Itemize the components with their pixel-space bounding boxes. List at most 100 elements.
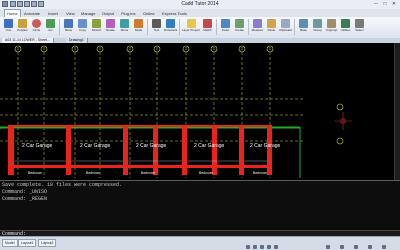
lock-icon[interactable] xyxy=(354,245,358,249)
polyline-button[interactable]: Polyline xyxy=(16,19,29,32)
measure-icon xyxy=(253,19,262,28)
paste-icon xyxy=(267,19,276,28)
stretch-button[interactable]: Stretch xyxy=(90,19,103,32)
text-icon xyxy=(152,19,161,28)
ribbon-panel: Line Polyline Circle Arc Move Copy Stret… xyxy=(0,17,400,39)
tab-insert[interactable]: Insert xyxy=(46,10,60,17)
polyline-icon xyxy=(18,19,27,28)
tab-view[interactable]: View xyxy=(64,10,77,17)
tab-home[interactable]: Home xyxy=(4,9,21,17)
garage-label: 2 Car Garage xyxy=(80,143,111,149)
rotate-icon xyxy=(106,19,115,28)
tab-annotate[interactable]: Annotate xyxy=(22,10,42,17)
stretch-icon xyxy=(92,19,101,28)
ribbon-separator xyxy=(59,19,60,35)
bedroom-label: Bedroom xyxy=(253,171,267,175)
drawing-canvas[interactable]: 2 Car Garage 2 Car Garage 2 Car Garage 2… xyxy=(0,43,400,180)
tab-express-tools[interactable]: Express Tools xyxy=(160,10,189,17)
group-icon xyxy=(313,19,322,28)
mirror-icon xyxy=(120,19,129,28)
utilities-icon xyxy=(341,19,350,28)
command-history-line: Save complete. 18 files were compressed. xyxy=(2,182,123,188)
text-button[interactable]: Text xyxy=(150,19,163,32)
vertical-scrollbar[interactable] xyxy=(394,43,400,180)
tab-plugins[interactable]: Plug-ins xyxy=(119,10,137,17)
select-icon xyxy=(355,19,364,28)
dimension-button[interactable]: Dimension xyxy=(164,19,177,32)
select-button[interactable]: Select xyxy=(353,19,366,32)
layer-properties-button[interactable]: Layer Properties xyxy=(182,19,200,32)
garage-label: 2 Car Garage xyxy=(250,143,281,149)
paste-button[interactable]: Paste xyxy=(265,19,278,32)
move-button[interactable]: Move xyxy=(62,19,75,32)
tab-output[interactable]: Output xyxy=(100,10,116,17)
ribbon-separator xyxy=(179,19,180,35)
fullscreen-icon[interactable] xyxy=(382,245,386,249)
command-history-line: Command: _UNISO xyxy=(2,189,48,195)
clipboard-button[interactable]: Clipboard xyxy=(279,19,292,32)
bedroom-label: Bedroom xyxy=(86,171,100,175)
layer-properties-icon xyxy=(186,19,196,28)
grid-lines xyxy=(0,47,305,178)
arc-icon xyxy=(46,19,55,28)
insert-block-icon xyxy=(221,19,230,28)
circle-icon xyxy=(32,19,41,28)
arc-button[interactable]: Arc xyxy=(44,19,57,32)
tab-layout1[interactable]: Layout1 xyxy=(18,239,37,247)
isolate-icon[interactable] xyxy=(368,245,372,249)
polar-icon[interactable] xyxy=(267,245,271,249)
ribbon-separator xyxy=(248,19,249,35)
line-button[interactable]: Line xyxy=(2,19,15,32)
ungroup-button[interactable]: Ungroup xyxy=(325,19,338,32)
snap-icon[interactable] xyxy=(246,245,250,249)
bedroom-label: Bedroom xyxy=(141,171,155,175)
ungroup-icon xyxy=(327,19,336,28)
tab-model[interactable]: Model xyxy=(2,239,18,247)
group-button[interactable]: Group xyxy=(311,19,324,32)
tab-online[interactable]: Online xyxy=(141,10,157,17)
garage-label: 2 Car Garage xyxy=(194,143,225,149)
crosshair-cursor xyxy=(334,112,352,130)
minimize-button[interactable]: ─ xyxy=(372,1,380,8)
line-icon xyxy=(4,19,13,28)
match-button[interactable]: Match xyxy=(201,19,214,32)
copy-button[interactable]: Copy xyxy=(76,19,89,32)
workspace-gear-icon[interactable] xyxy=(340,245,344,249)
osnap-icon[interactable] xyxy=(274,245,278,249)
rotate-button[interactable]: Rotate xyxy=(104,19,117,32)
base-icon xyxy=(299,19,308,28)
ribbon-separator xyxy=(216,19,217,35)
bedroom-label: Bedroom xyxy=(28,171,42,175)
dimension-icon xyxy=(166,19,175,28)
scale-icon xyxy=(134,19,143,28)
ortho-icon[interactable] xyxy=(260,245,264,249)
wall-structure xyxy=(8,125,272,175)
bedroom-labels: Bedroom Bedroom Bedroom Bedroom Bedroom xyxy=(28,171,267,175)
command-history-line: Command: _REGEN xyxy=(2,196,48,202)
insert-block-button[interactable]: Insert xyxy=(219,19,232,32)
mirror-button[interactable]: Mirror xyxy=(118,19,131,32)
maximize-button[interactable]: □ xyxy=(381,1,389,8)
close-button[interactable]: ✕ xyxy=(390,1,398,8)
create-block-button[interactable]: Create xyxy=(233,19,246,32)
garage-label: 2 Car Garage xyxy=(22,143,53,149)
grid-icon[interactable] xyxy=(253,245,257,249)
grid-bubbles xyxy=(14,45,344,145)
cad-application-window: Cadd Tutor 2014 ─ □ ✕ Home Annotate Inse… xyxy=(0,0,400,250)
move-icon xyxy=(64,19,73,28)
ribbon-separator xyxy=(147,19,148,35)
tab-manage[interactable]: Manage xyxy=(79,10,97,17)
scale-button[interactable]: Scale xyxy=(132,19,145,32)
bedroom-label: Bedroom xyxy=(199,171,213,175)
base-button[interactable]: Base xyxy=(297,19,310,32)
annotation-scale-icon[interactable] xyxy=(326,245,330,249)
measure-button[interactable]: Measure xyxy=(251,19,264,32)
tab-layout2[interactable]: Layout2 xyxy=(38,239,57,247)
create-block-icon xyxy=(235,19,244,28)
circle-button[interactable]: Circle xyxy=(30,19,43,32)
match-properties-icon xyxy=(203,19,212,28)
utilities-button[interactable]: Utilities xyxy=(339,19,352,32)
clipboard-icon xyxy=(281,19,290,28)
garage-label: 2 Car Garage xyxy=(136,143,167,149)
floor-plan-drawing: 2 Car Garage 2 Car Garage 2 Car Garage 2… xyxy=(0,45,352,178)
